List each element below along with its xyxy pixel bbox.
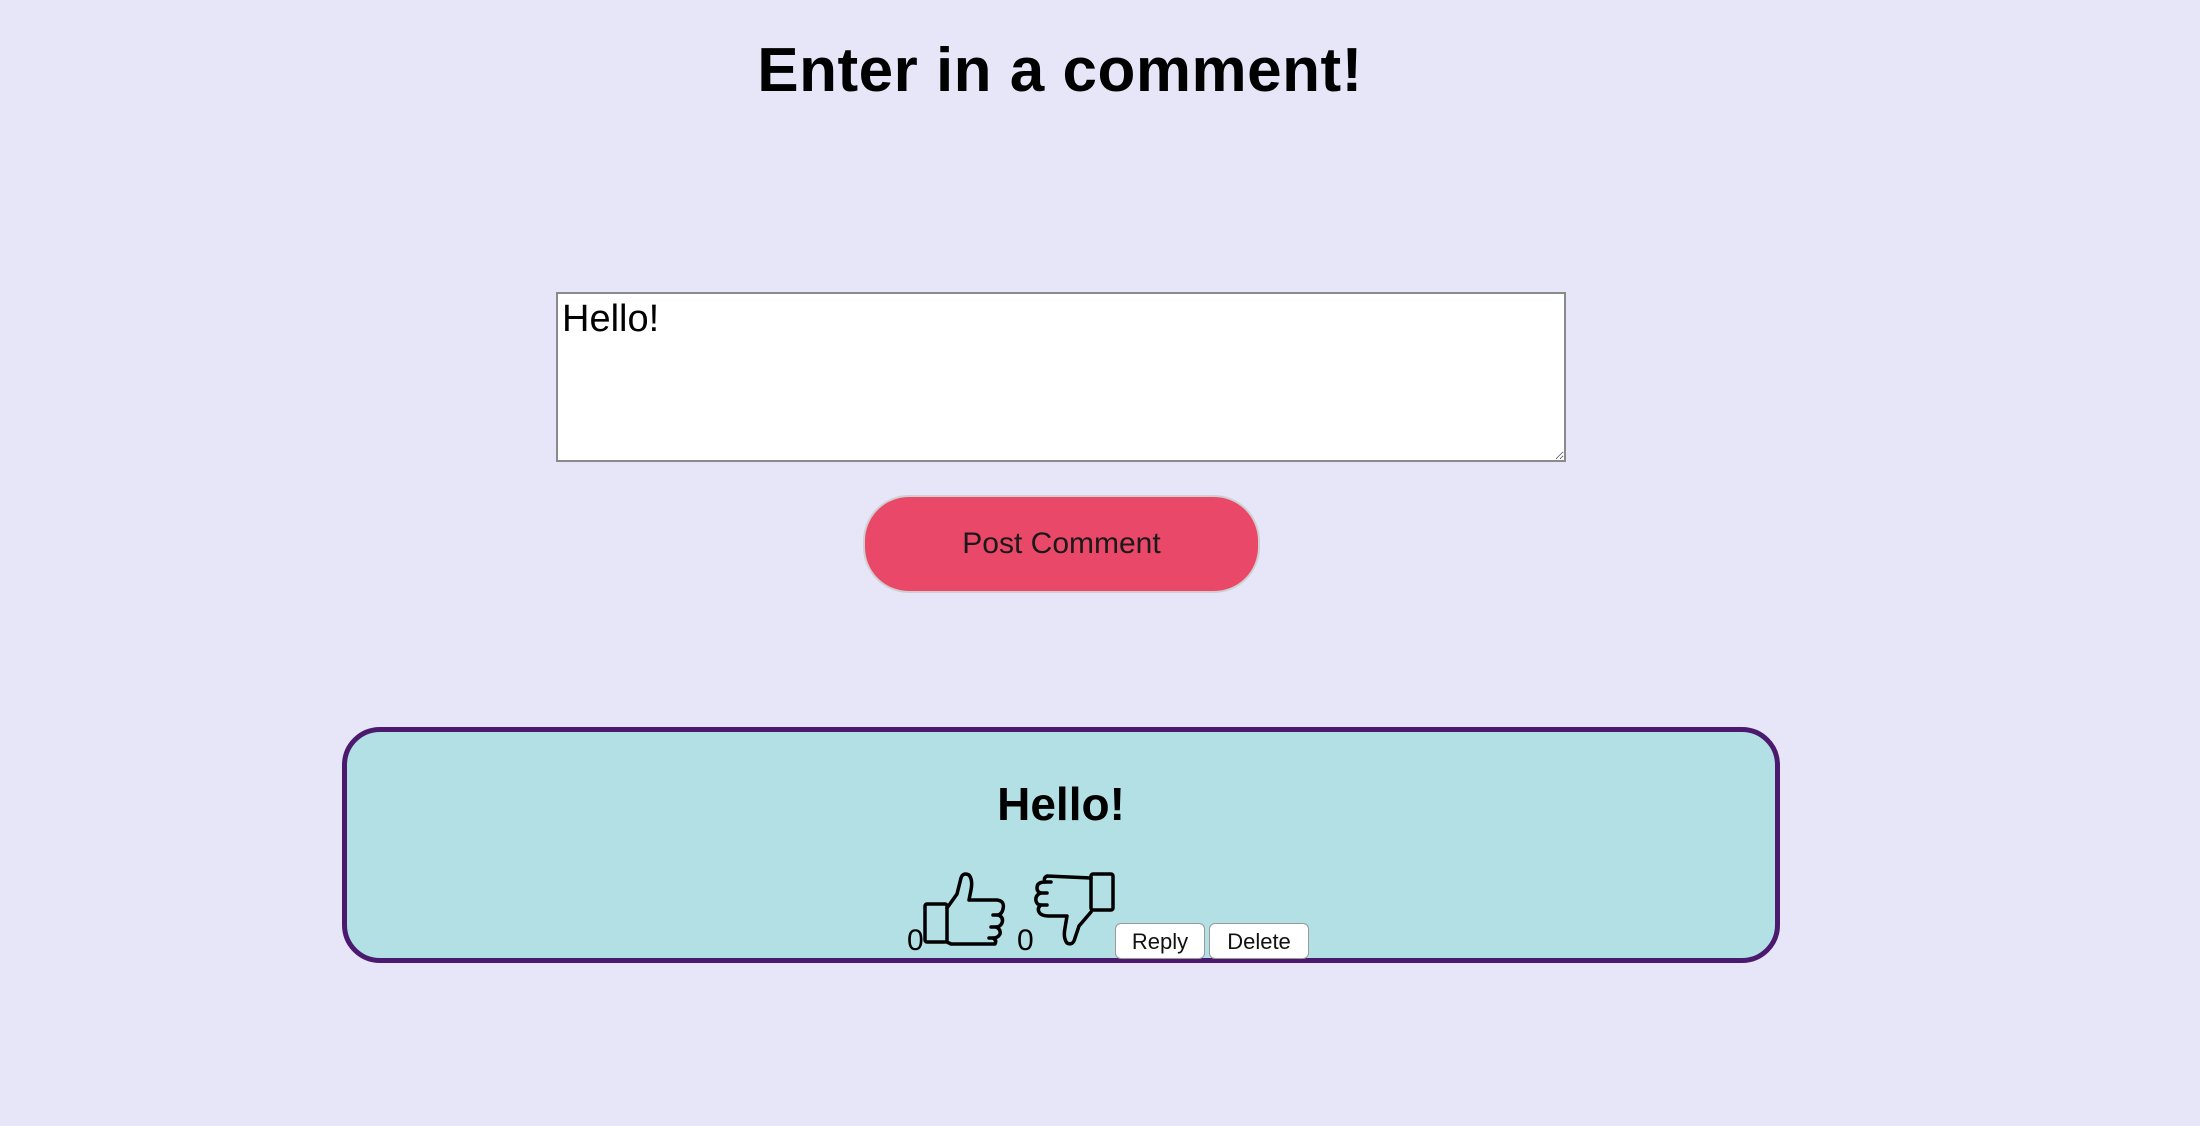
page-title: Enter in a comment! xyxy=(757,36,1363,105)
post-comment-button[interactable]: Post Comment xyxy=(863,495,1260,593)
thumbs-up-icon[interactable] xyxy=(923,872,1007,951)
comment-page: Enter in a comment! Hello! Post Comment … xyxy=(0,0,2200,1126)
comment-card: Hello! 0 0 Reply Delete xyxy=(342,727,1780,963)
delete-button[interactable]: Delete xyxy=(1209,923,1309,959)
reply-button[interactable]: Reply xyxy=(1115,923,1205,959)
comment-input[interactable]: Hello! xyxy=(556,292,1566,462)
comment-text: Hello! xyxy=(997,778,1125,830)
like-count: 0 xyxy=(907,924,924,957)
thumbs-down-icon[interactable] xyxy=(1031,872,1115,951)
